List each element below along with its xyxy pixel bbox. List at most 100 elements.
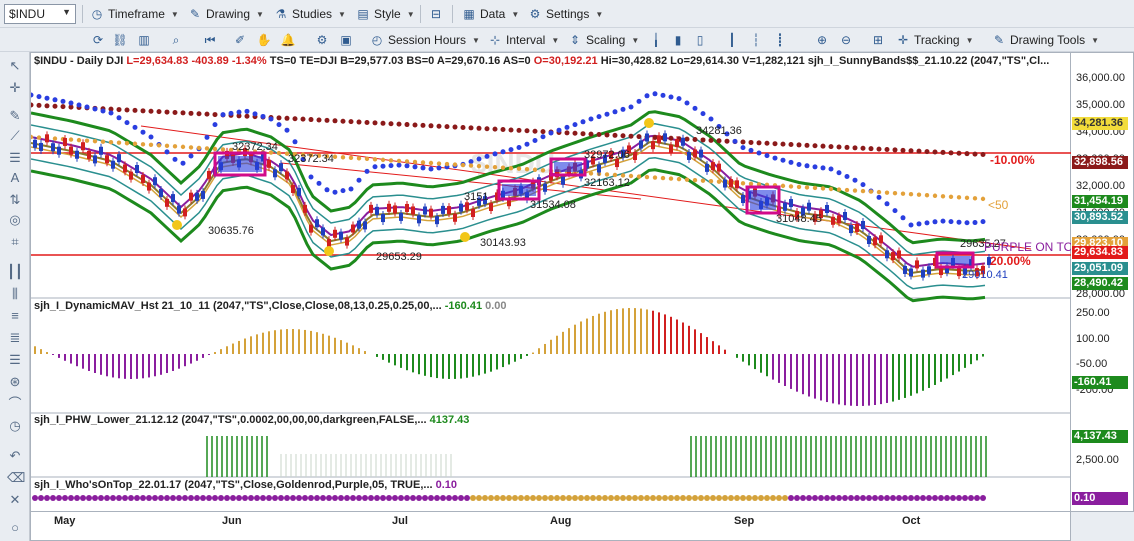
- maroon-dot: [452, 124, 458, 130]
- zoom-out-icon[interactable]: ⊖: [838, 32, 854, 48]
- orange-dot: [932, 193, 938, 198]
- who-on-top-dot: [908, 495, 914, 501]
- fan-icon[interactable]: ☰: [7, 352, 23, 368]
- price-annotation: 31048.45: [776, 213, 822, 225]
- maroon-dot: [580, 131, 586, 137]
- maroon-dot: [524, 128, 530, 134]
- timeframe-button[interactable]: ◷ Timeframe ▼: [88, 4, 181, 24]
- blue-dot: [164, 149, 170, 155]
- maroon-dot: [716, 138, 722, 144]
- crosshair-icon[interactable]: ✛: [7, 80, 23, 96]
- style-button[interactable]: ▤ Style ▼: [354, 4, 417, 24]
- network-icon[interactable]: ⚙: [314, 32, 330, 48]
- signal-box-fill: [750, 190, 776, 210]
- who-on-top-dot: [980, 495, 986, 501]
- blue-dot: [31, 92, 34, 98]
- who-on-top-dot: [560, 495, 566, 501]
- fit-icon[interactable]: ⊞: [870, 32, 886, 48]
- who-on-top-dot: [770, 495, 776, 501]
- maroon-dot: [468, 125, 474, 131]
- maroon-dot: [740, 139, 746, 145]
- orange-dot: [692, 177, 698, 183]
- drawing-button[interactable]: ✎ Drawing ▼: [186, 4, 266, 24]
- who-on-top-dot: [896, 495, 902, 501]
- fib-icon[interactable]: ⇅: [7, 192, 23, 208]
- vertical-bars-icon[interactable]: ┃┃: [7, 264, 23, 280]
- who-on-top-dot: [638, 495, 644, 501]
- back-icon[interactable]: ⏮: [202, 32, 218, 48]
- orange-dot: [132, 141, 138, 146]
- eraser-icon[interactable]: ⌫: [7, 470, 25, 486]
- candle-body: [297, 187, 301, 196]
- maroon-dot: [284, 115, 290, 121]
- pen-icon[interactable]: ✎: [7, 108, 23, 124]
- measure-icon[interactable]: ⌗: [7, 234, 23, 250]
- orange-dot: [31, 134, 34, 140]
- text-icon[interactable]: A: [7, 170, 23, 186]
- blue-dot: [804, 163, 810, 169]
- settings-button[interactable]: ⚙ Settings ▼: [526, 4, 605, 24]
- orange-dot: [788, 184, 794, 189]
- volume-icon[interactable]: ┃: [724, 32, 740, 48]
- candle-body: [729, 179, 733, 188]
- blue-dot: [172, 156, 178, 162]
- orange-dot: [164, 143, 170, 149]
- orange-dot: [868, 189, 874, 194]
- grid-lines-icon[interactable]: ≡: [7, 308, 23, 324]
- zoom-in-icon[interactable]: ⊕: [814, 32, 830, 48]
- ruler-icon[interactable]: ✐: [232, 32, 248, 48]
- who-on-top-dot: [800, 495, 806, 501]
- blue-dot: [388, 163, 394, 169]
- candle-body: [891, 252, 895, 261]
- delete-icon[interactable]: ✕: [7, 492, 23, 508]
- circle-icon[interactable]: ○: [7, 520, 23, 536]
- scaling-button[interactable]: ⇕ Scaling ▼: [566, 30, 641, 50]
- month-label: Oct: [902, 515, 921, 527]
- data-button[interactable]: ▦ Data ▼: [460, 4, 521, 24]
- orange-dot: [492, 164, 498, 170]
- ticks-icon[interactable]: ┋: [772, 32, 788, 48]
- blue-dot: [132, 124, 138, 130]
- pointer-icon[interactable]: ↖: [7, 58, 23, 74]
- trendline-icon[interactable]: ⟋: [7, 128, 23, 144]
- interval-button[interactable]: ⊹ Interval ▼: [486, 30, 561, 50]
- ruler-icon[interactable]: ≣: [7, 330, 23, 346]
- who-on-top-dot: [326, 495, 332, 501]
- who-on-top-dot: [110, 495, 116, 501]
- bar-chart-icon[interactable]: ╽: [648, 32, 664, 48]
- volume2-icon[interactable]: ┆: [748, 32, 764, 48]
- arc-icon[interactable]: ⌒: [7, 396, 23, 412]
- channel-icon[interactable]: ⫼: [7, 286, 23, 302]
- gann-icon[interactable]: ◎: [7, 212, 23, 228]
- drawing-tools-button[interactable]: ✎ Drawing Tools ▼: [990, 30, 1101, 50]
- maroon-dot: [140, 108, 146, 114]
- zoom-icon[interactable]: ⌕: [168, 32, 184, 48]
- studies-button[interactable]: ⚗ Studies ▼: [272, 4, 348, 24]
- chart-area[interactable]: $INDU: [30, 52, 1072, 512]
- pane4-value: 0.10: [435, 479, 458, 491]
- shapes-icon[interactable]: ◷: [7, 418, 23, 434]
- grid-icon[interactable]: ▥: [136, 32, 152, 48]
- candle-hollow-icon[interactable]: ▯: [692, 32, 708, 48]
- undo-icon[interactable]: ↶: [7, 448, 23, 464]
- month-label: May: [54, 515, 76, 527]
- tracking-button[interactable]: ✛ Tracking ▼: [894, 30, 976, 50]
- panes-icon[interactable]: ⊟: [428, 6, 444, 22]
- refresh-icon[interactable]: ⟳: [90, 32, 106, 48]
- link-icon[interactable]: ⛓: [112, 32, 128, 48]
- blue-dot: [372, 164, 378, 170]
- camera-icon[interactable]: ▣: [338, 32, 354, 48]
- orange-dot: [796, 184, 802, 190]
- chevron-down-icon[interactable]: ▼: [62, 7, 71, 17]
- bell-icon[interactable]: 🔔: [280, 32, 296, 48]
- candle-icon[interactable]: ▮: [670, 32, 686, 48]
- cycle-icon[interactable]: ⊛: [7, 374, 23, 390]
- who-on-top-dot: [914, 495, 920, 501]
- symbol-input[interactable]: $INDU ▼: [4, 4, 76, 24]
- pane2-axis-tick: 100.00: [1076, 333, 1110, 345]
- hline-icon[interactable]: ☰: [7, 150, 23, 166]
- session-hours-button[interactable]: ◴ Session Hours ▼: [368, 30, 482, 50]
- price-annotation: 30143.93: [480, 237, 526, 249]
- maroon-dot: [340, 118, 346, 124]
- hand-icon[interactable]: ✋: [256, 32, 272, 48]
